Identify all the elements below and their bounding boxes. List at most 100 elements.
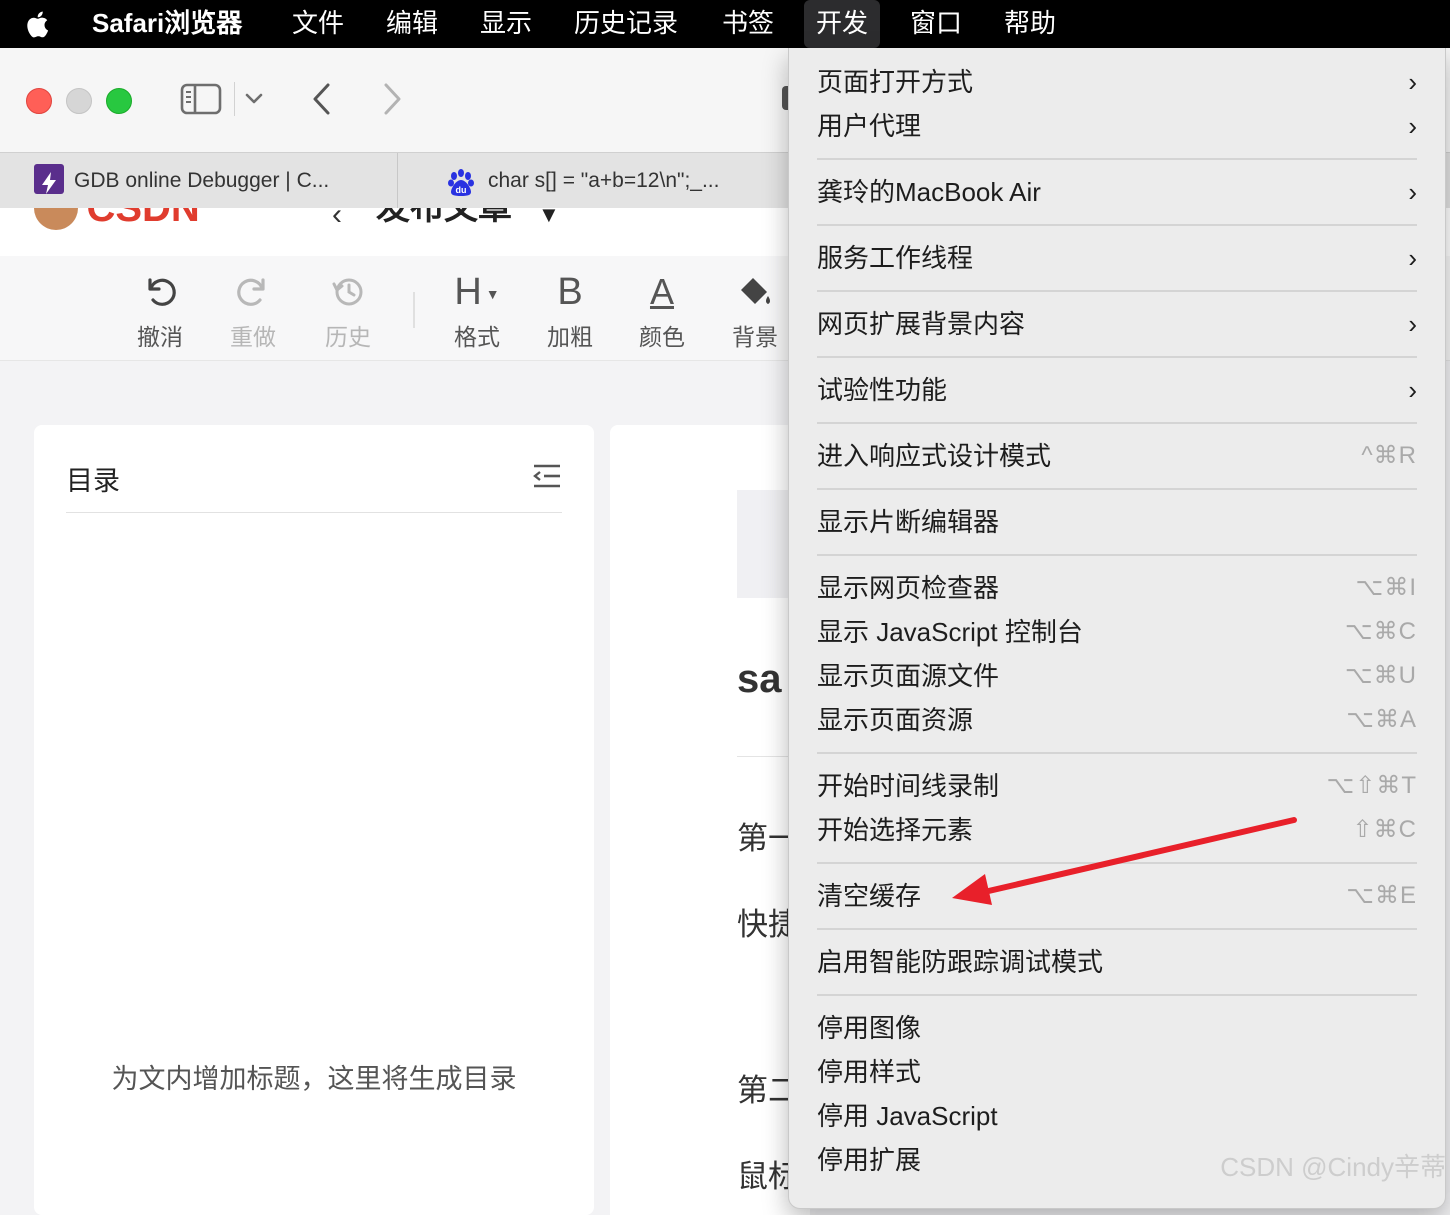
menu-help[interactable]: 帮助	[1004, 0, 1056, 48]
bold-icon: B	[557, 271, 583, 313]
menu-item-label: 显示页面源文件	[817, 661, 1000, 691]
minimize-window-button[interactable]	[66, 88, 92, 114]
menu-edit[interactable]: 编辑	[386, 0, 438, 48]
back-chevron-icon[interactable]: ‹	[332, 208, 342, 232]
menu-separator	[817, 158, 1417, 160]
zoom-window-button[interactable]	[106, 88, 132, 114]
article-panel: sa 第一 快捷 第二 鼠标	[610, 425, 810, 1215]
page-title: 发布文章	[376, 208, 512, 227]
menu-item-shortcut: ⌥⌘C	[1345, 618, 1417, 645]
text-color-button[interactable]: A 颜色	[627, 270, 697, 352]
menu-item-empty-caches[interactable]: 清空缓存 ⌥⌘E	[789, 874, 1445, 918]
history-button[interactable]: 历史	[313, 270, 383, 352]
tab-gdb[interactable]: GDB online Debugger | C...	[34, 153, 329, 209]
toc-empty-message: 为文内增加标题，这里将生成目录	[111, 1064, 517, 1094]
bold-label: 加粗	[547, 324, 593, 350]
undo-button[interactable]: 撤消	[125, 270, 195, 352]
menu-item-shortcut: ⌥⌘A	[1346, 706, 1417, 733]
menu-item-label: 停用样式	[817, 1057, 922, 1087]
menu-item-label: 显示 JavaScript 控制台	[817, 617, 1083, 647]
menu-item-disable-styles[interactable]: 停用样式	[789, 1050, 1445, 1094]
sidebar-toggle-icon[interactable]	[180, 82, 222, 121]
menu-item-label: 显示片断编辑器	[817, 507, 1000, 537]
menu-item-label: 进入响应式设计模式	[817, 441, 1052, 471]
menu-separator	[817, 422, 1417, 424]
menu-item-responsive-design[interactable]: 进入响应式设计模式 ^⌘R	[789, 434, 1445, 478]
menu-item-macbook-air[interactable]: 龚玲的MacBook Air ›	[789, 170, 1445, 214]
menu-separator	[817, 994, 1417, 996]
toc-title: 目录	[66, 466, 120, 496]
csdn-logo[interactable]: CSDN	[34, 208, 200, 230]
menu-item-label: 停用扩展	[817, 1145, 922, 1175]
title-dropdown-icon[interactable]: ▼	[538, 208, 560, 228]
menu-separator	[817, 224, 1417, 226]
chevron-down-icon[interactable]	[244, 90, 264, 113]
back-arrow-icon[interactable]	[310, 82, 334, 121]
redo-button[interactable]: 重做	[218, 270, 288, 352]
menu-item-label: 试验性功能	[817, 375, 948, 405]
menu-item-label: 页面打开方式	[817, 67, 974, 97]
menu-item-shortcut: ^⌘R	[1361, 442, 1417, 469]
watermark: CSDN @Cindy辛蒂	[1220, 1152, 1446, 1182]
gdb-favicon-icon	[34, 164, 64, 195]
menu-item-page-source[interactable]: 显示页面源文件 ⌥⌘U	[789, 654, 1445, 698]
menu-file[interactable]: 文件	[292, 0, 344, 48]
menu-item-disable-javascript[interactable]: 停用 JavaScript	[789, 1094, 1445, 1138]
toc-collapse-icon[interactable]	[532, 463, 562, 494]
forward-arrow-icon[interactable]	[380, 82, 404, 121]
tab-baidu[interactable]: du char s[] = "a+b=12\n";_...	[446, 153, 719, 209]
paint-bucket-icon	[720, 270, 790, 314]
menu-item-shortcut: ⇧⌘C	[1352, 816, 1417, 843]
menu-item-shortcut: ⌥⌘I	[1355, 574, 1417, 601]
menu-item-label: 服务工作线程	[817, 243, 974, 273]
menu-item-label: 用户代理	[817, 111, 922, 141]
close-window-button[interactable]	[26, 88, 52, 114]
menu-item-itp-debug-mode[interactable]: 启用智能防跟踪调试模式	[789, 940, 1445, 984]
menu-history[interactable]: 历史记录	[574, 0, 678, 48]
menu-item-web-inspector[interactable]: 显示网页检查器 ⌥⌘I	[789, 566, 1445, 610]
menu-item-label: 开始选择元素	[817, 815, 974, 845]
toc-panel: 目录 为文内增加标题，这里将生成目录	[34, 425, 594, 1215]
apple-logo-icon[interactable]	[24, 8, 54, 40]
menu-develop[interactable]: 开发	[804, 0, 881, 48]
menu-item-select-element[interactable]: 开始选择元素 ⇧⌘C	[789, 808, 1445, 852]
menu-item-label: 显示网页检查器	[817, 573, 1000, 603]
menu-separator	[817, 290, 1417, 292]
heading-button[interactable]: H ▼ 格式	[442, 270, 512, 352]
menu-item-js-console[interactable]: 显示 JavaScript 控制台 ⌥⌘C	[789, 610, 1445, 654]
menu-view[interactable]: 显示	[480, 0, 532, 48]
toc-divider	[66, 512, 562, 513]
menu-separator	[817, 928, 1417, 930]
redo-icon	[218, 270, 288, 314]
menu-app-name[interactable]: Safari浏览器	[92, 0, 242, 48]
menu-window[interactable]: 窗口	[910, 0, 962, 48]
menu-item-open-page-with[interactable]: 页面打开方式 ›	[789, 60, 1445, 104]
menu-item-experimental-features[interactable]: 试验性功能 ›	[789, 368, 1445, 412]
redo-label: 重做	[230, 324, 276, 350]
menu-item-service-workers[interactable]: 服务工作线程 ›	[789, 236, 1445, 280]
menu-item-disable-images[interactable]: 停用图像	[789, 1006, 1445, 1050]
heading-icon: H ▼	[454, 271, 500, 313]
menu-item-label: 龚玲的MacBook Air	[817, 177, 1041, 207]
menu-item-timeline-recording[interactable]: 开始时间线录制 ⌥⇧⌘T	[789, 764, 1445, 808]
bold-button[interactable]: B 加粗	[535, 270, 605, 352]
menu-item-user-agent[interactable]: 用户代理 ›	[789, 104, 1445, 148]
menu-separator	[817, 752, 1417, 754]
menu-bookmarks[interactable]: 书签	[722, 0, 774, 48]
background-color-button[interactable]: 背景	[720, 270, 790, 352]
heading-label: 格式	[454, 324, 500, 350]
menu-item-snippet-editor[interactable]: 显示片断编辑器	[789, 500, 1445, 544]
history-icon	[313, 270, 383, 314]
menu-item-shortcut: ⌥⌘E	[1346, 882, 1417, 909]
text-color-icon: A	[649, 271, 674, 312]
menu-item-extension-background[interactable]: 网页扩展背景内容 ›	[789, 302, 1445, 346]
menu-item-label: 显示页面资源	[817, 705, 974, 735]
chevron-right-icon: ›	[1408, 243, 1417, 273]
menu-item-shortcut: ⌥⌘U	[1345, 662, 1417, 689]
chevron-right-icon: ›	[1408, 309, 1417, 339]
menu-separator	[817, 554, 1417, 556]
menu-item-page-resources[interactable]: 显示页面资源 ⌥⌘A	[789, 698, 1445, 742]
menu-item-label: 启用智能防跟踪调试模式	[817, 947, 1104, 977]
tab-title: char s[] = "a+b=12\n";_...	[488, 169, 720, 192]
develop-menu: 页面打开方式 › 用户代理 › 龚玲的MacBook Air › 服务工作线程 › 网页…	[788, 48, 1446, 1209]
